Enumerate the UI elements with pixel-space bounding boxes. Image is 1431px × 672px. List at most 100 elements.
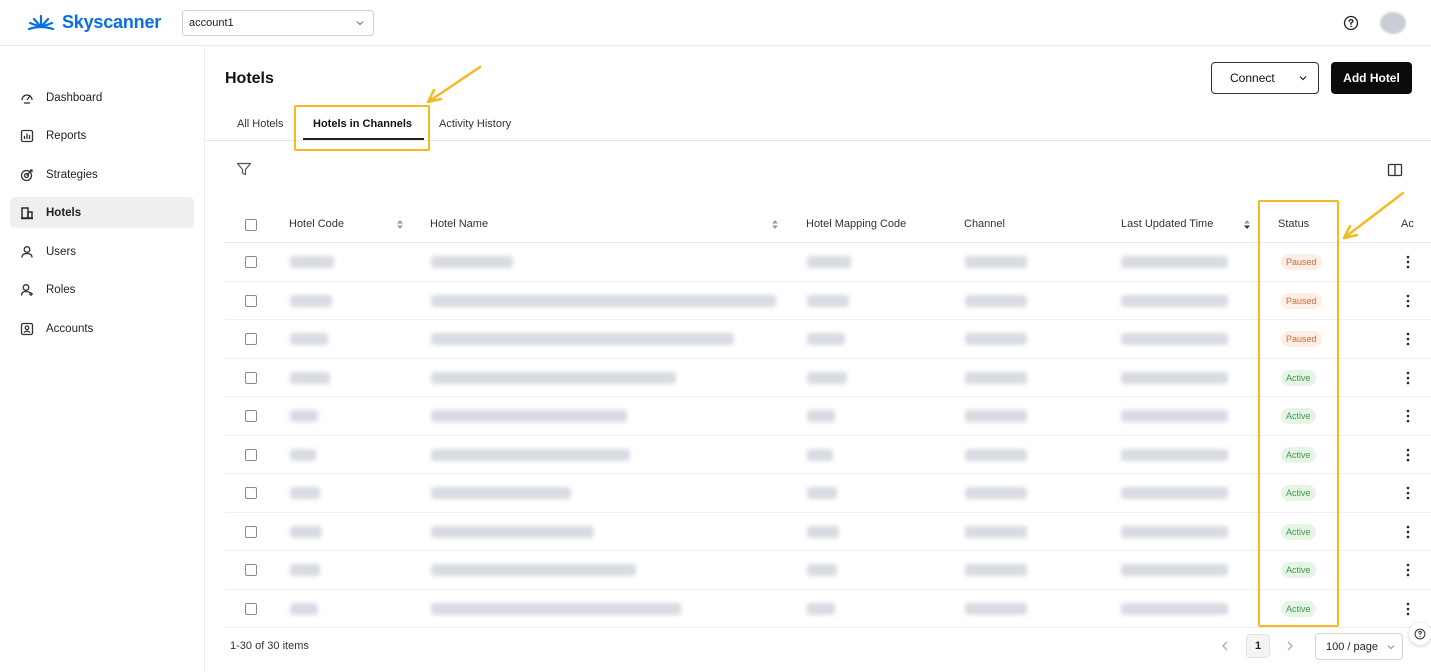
pagination-page[interactable]: 1 (1246, 634, 1270, 658)
connect-button-label: Connect (1230, 71, 1275, 85)
sort-icon[interactable] (771, 219, 779, 230)
column-header-hotel-name[interactable]: Hotel Name (430, 218, 488, 230)
channel-cell (965, 448, 1027, 461)
add-hotel-button[interactable]: Add Hotel (1331, 62, 1412, 94)
more-actions-icon[interactable] (1406, 448, 1410, 462)
sidebar-item-label: Roles (46, 283, 76, 296)
hotel-code-cell (290, 294, 332, 307)
strategies-icon (20, 168, 33, 181)
tab-all-hotels[interactable]: All Hotels (237, 118, 283, 130)
columns-icon[interactable] (1387, 163, 1403, 177)
column-header-channel[interactable]: Channel (964, 218, 1005, 230)
hotel-name-cell (431, 256, 513, 268)
chevron-right-icon[interactable] (1283, 639, 1297, 653)
table-row[interactable]: Active (225, 551, 1431, 590)
connect-button[interactable]: Connect (1211, 62, 1319, 94)
row-checkbox[interactable] (245, 371, 257, 384)
row-checkbox[interactable] (245, 564, 257, 576)
more-actions-icon[interactable] (1406, 602, 1410, 616)
hotel-name-cell (431, 487, 571, 499)
accounts-icon (20, 322, 34, 335)
column-header-label: Hotel Name (430, 218, 489, 230)
row-checkbox[interactable] (245, 294, 257, 307)
avatar[interactable] (1380, 12, 1406, 34)
column-header-label: Last Updated Time (1121, 218, 1214, 230)
user-icon (21, 245, 33, 258)
hotel-name-cell (431, 410, 627, 422)
row-checkbox[interactable] (245, 256, 257, 268)
channel-cell (965, 333, 1027, 345)
channel-cell (965, 602, 1027, 615)
table-row[interactable]: Active (225, 397, 1431, 436)
page-size-value: 100 / page (1326, 640, 1378, 653)
column-header-actions[interactable]: Ac (1401, 218, 1414, 230)
sidebar-item-reports[interactable]: Reports (10, 120, 194, 151)
column-header-hotel-mapping-code[interactable]: Hotel Mapping Code (806, 218, 906, 230)
table-row[interactable]: Active (225, 359, 1431, 397)
account-select[interactable]: account1 (182, 10, 374, 36)
sidebar-item-dashboard[interactable]: Dashboard (10, 82, 194, 113)
column-header-hotel-code[interactable]: Hotel Code (289, 218, 344, 230)
table-row[interactable]: Active (225, 590, 1431, 628)
row-checkbox[interactable] (245, 487, 257, 499)
more-actions-icon[interactable] (1406, 371, 1410, 385)
channel-cell (965, 371, 1027, 384)
more-actions-icon[interactable] (1406, 294, 1410, 308)
sidebar-item-accounts[interactable]: Accounts (10, 313, 194, 344)
table-header: Hotel Code Hotel Name Hotel Mapping Code… (225, 206, 1431, 243)
floating-help-button[interactable] (1409, 623, 1431, 645)
sidebar-item-users[interactable]: Users (10, 236, 194, 267)
last-updated-time-cell (1121, 487, 1228, 499)
column-header-last-updated-time[interactable]: Last Updated Time (1121, 218, 1213, 230)
select-all-checkbox[interactable] (245, 219, 257, 231)
brand-name: Skyscanner (62, 12, 162, 32)
last-updated-time-cell (1121, 448, 1228, 461)
hotel-code-cell (290, 564, 320, 576)
more-actions-icon[interactable] (1406, 563, 1410, 577)
top-bar: Skyscanner account1 (0, 0, 1431, 46)
hotel-name-cell (431, 333, 734, 345)
hotel-code-cell (290, 602, 318, 615)
help-icon (1414, 628, 1426, 640)
sidebar-item-strategies[interactable]: Strategies (10, 159, 194, 190)
last-updated-time-cell (1121, 602, 1228, 615)
column-header-label: Hotel Code (289, 218, 345, 230)
hotel-code-cell (290, 256, 334, 268)
last-updated-time-cell (1121, 525, 1228, 538)
hotel-code-cell (290, 487, 320, 499)
row-checkbox[interactable] (245, 525, 257, 538)
table-row[interactable]: Paused (225, 320, 1431, 359)
help-icon[interactable] (1343, 15, 1359, 31)
sort-icon[interactable] (1243, 219, 1251, 230)
chevron-left-icon[interactable] (1218, 639, 1232, 653)
table-row[interactable]: Active (225, 436, 1431, 474)
row-checkbox[interactable] (245, 602, 257, 615)
more-actions-icon[interactable] (1406, 525, 1410, 539)
more-actions-icon[interactable] (1406, 486, 1410, 500)
sidebar-item-hotels[interactable]: Hotels (10, 197, 194, 228)
channel-cell (965, 294, 1027, 307)
sidebar-item-label: Dashboard (46, 91, 103, 104)
row-checkbox[interactable] (245, 333, 257, 345)
table-row[interactable]: Active (225, 474, 1431, 513)
hotel-name-cell (431, 371, 676, 384)
more-actions-icon[interactable] (1406, 332, 1410, 346)
page-size-select[interactable]: 100 / page (1315, 633, 1403, 660)
sidebar-item-label: Accounts (46, 322, 94, 335)
row-checkbox[interactable] (245, 410, 257, 422)
hotel-code-cell (290, 525, 322, 538)
brand-logo[interactable]: Skyscanner (26, 12, 161, 33)
table-row[interactable]: Paused (225, 282, 1431, 320)
filter-icon[interactable] (236, 161, 252, 177)
sidebar-item-label: Strategies (46, 168, 98, 181)
more-actions-icon[interactable] (1406, 255, 1410, 269)
sort-icon[interactable] (396, 219, 404, 230)
table-row[interactable]: Active (225, 513, 1431, 551)
channel-cell (965, 525, 1027, 538)
tab-activity-history[interactable]: Activity History (439, 118, 511, 130)
row-checkbox[interactable] (245, 448, 257, 461)
table-row[interactable]: Paused (225, 243, 1431, 282)
sidebar-item-roles[interactable]: Roles (10, 274, 194, 305)
sidebar-item-label: Hotels (46, 206, 82, 219)
more-actions-icon[interactable] (1406, 409, 1410, 423)
